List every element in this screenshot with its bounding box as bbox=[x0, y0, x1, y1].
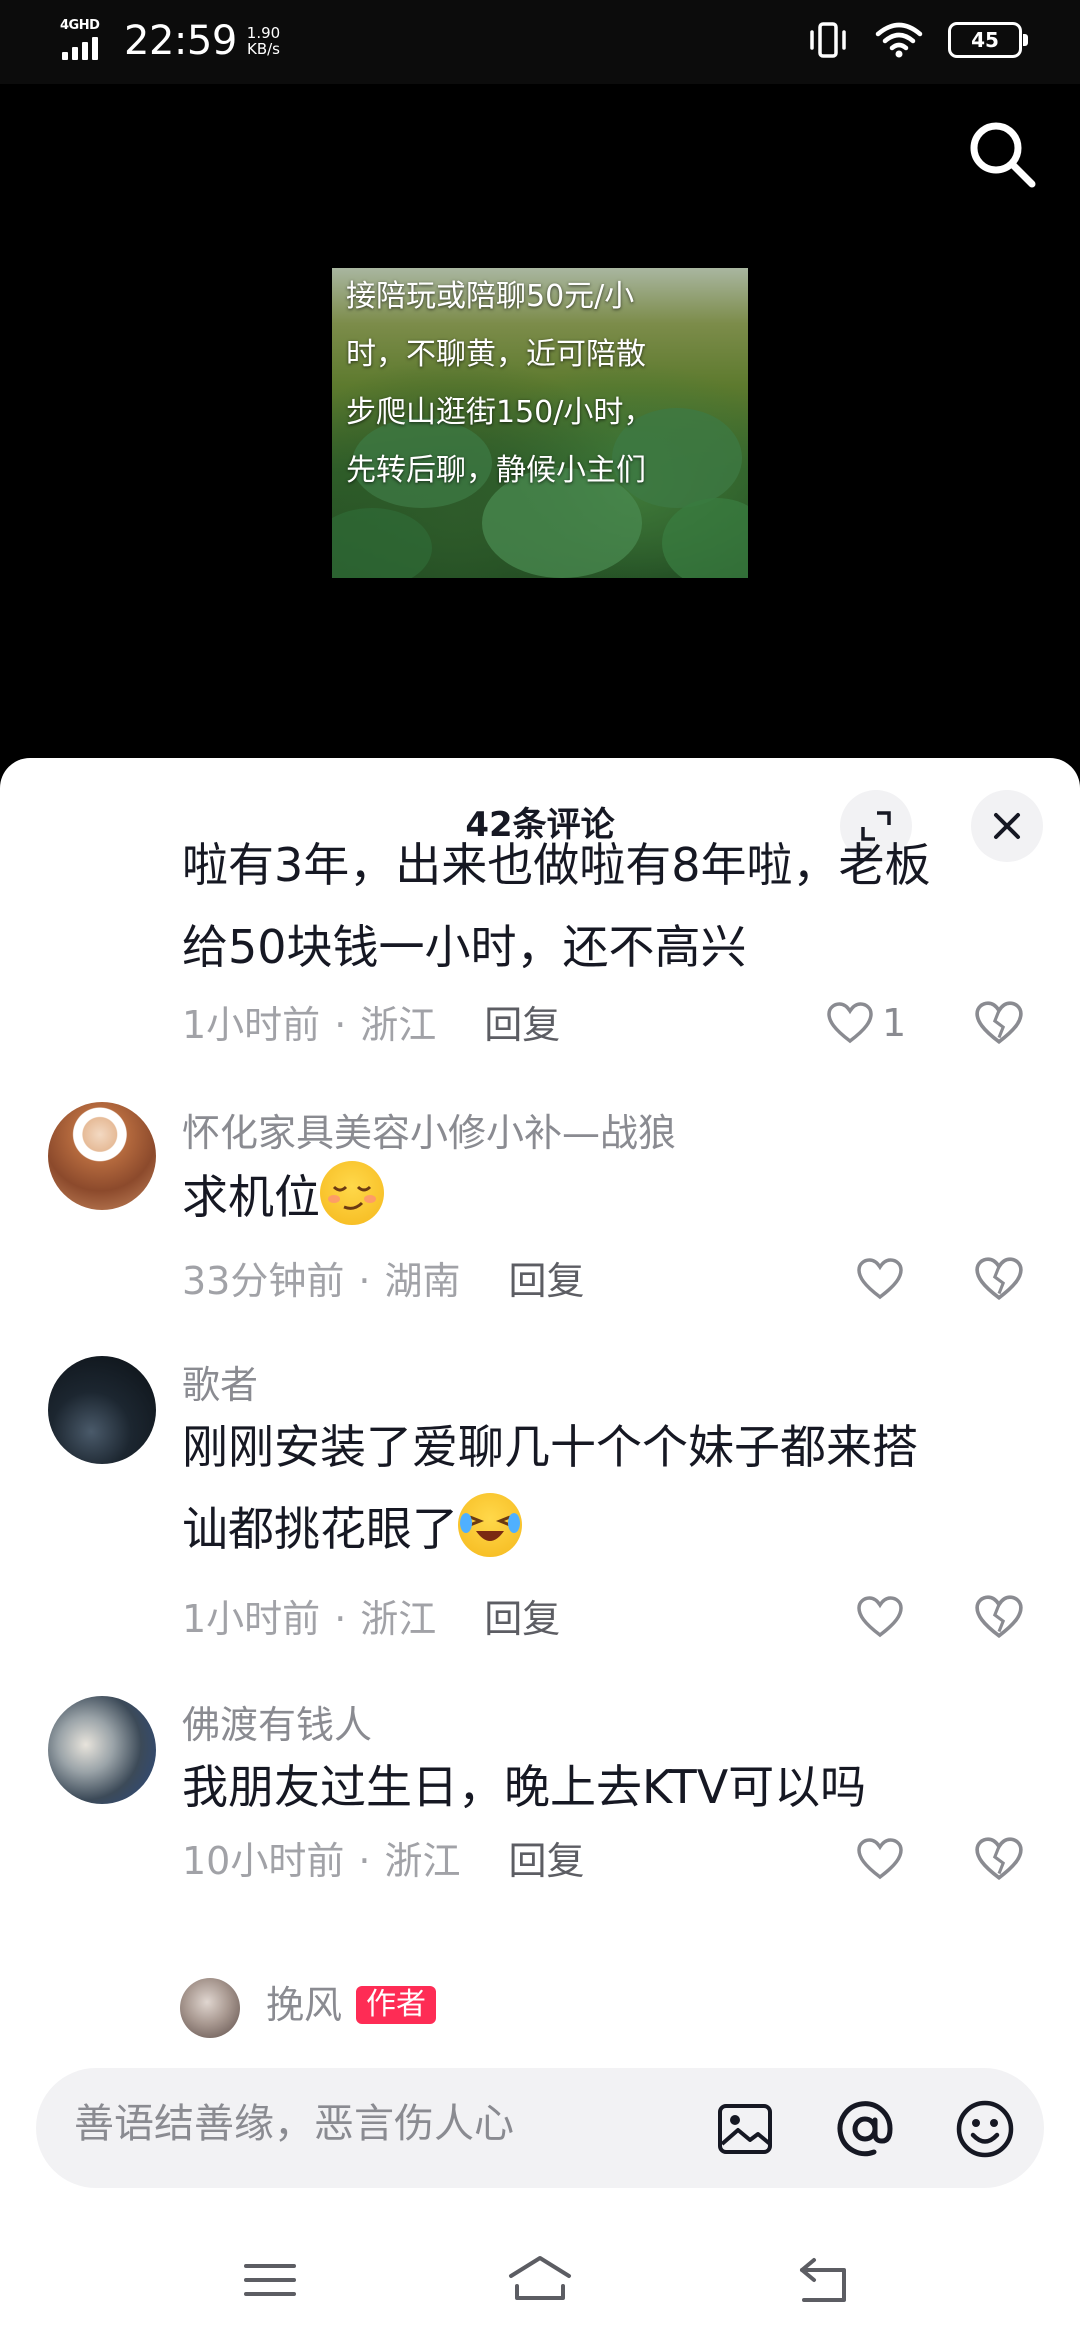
like-button[interactable] bbox=[856, 1592, 904, 1642]
author-badge: 作者 bbox=[356, 1986, 437, 2024]
status-left: 4GHD 22:59 1.90 KB/s bbox=[60, 18, 280, 64]
network-type: 4GHD bbox=[60, 18, 100, 33]
comment-meta: 33分钟前 · 湖南 回复 bbox=[182, 1262, 584, 1300]
comments-panel: 42条评论 啦有3年，出来也做啦有8年啦，老板 给50块钱一小时，还不高兴 1小… bbox=[0, 758, 1080, 2340]
comment-time: 1小时前 bbox=[182, 1003, 321, 1047]
avatar[interactable] bbox=[48, 1696, 156, 1804]
dislike-icon[interactable] bbox=[974, 1254, 1024, 1304]
comment-text: 刚刚安装了爱聊几十个个妹子都来搭 讪都挑花眼了 bbox=[182, 1406, 1032, 1570]
menu-icon[interactable] bbox=[240, 2250, 300, 2310]
laughing-crying-emoji bbox=[458, 1493, 522, 1557]
laughing-crying-emoji-face bbox=[460, 1513, 520, 1541]
comments-list: 啦有3年，出来也做啦有8年啦，老板 给50块钱一小时，还不高兴 1小时前 · 浙江回… bbox=[0, 838, 1080, 2088]
comment-username[interactable]: 怀化家具美容小修小补—战狼 bbox=[182, 1114, 676, 1152]
meta-separator: · bbox=[358, 1259, 371, 1303]
avatar[interactable] bbox=[180, 1978, 240, 2038]
like-button[interactable] bbox=[856, 1834, 904, 1884]
emoji-icon[interactable] bbox=[954, 2098, 1016, 2160]
avatar[interactable] bbox=[48, 1356, 156, 1464]
comment-text-line: 给50块钱一小时，还不高兴 bbox=[182, 920, 747, 974]
comment-input-placeholder: 善语结善缘，恶言伤人心 bbox=[74, 2101, 514, 2147]
comment-username[interactable]: 挽风 bbox=[266, 1983, 342, 2027]
home-icon[interactable] bbox=[505, 2250, 575, 2310]
video-thumbnail[interactable]: 接陪玩或陪聊50元/小 时，不聊黄，近可陪散 步爬山逛街150/小时， 先转后聊… bbox=[332, 268, 748, 578]
comment-time: 10小时前 bbox=[182, 1839, 345, 1883]
comment-text-line: 啦有3年，出来也做啦有8年啦，老板 bbox=[182, 838, 931, 892]
comment-text-line: 讪都挑花眼了 bbox=[182, 1502, 458, 1556]
comment-location: 浙江 bbox=[360, 1003, 437, 1047]
comment-username-wrap: 挽风 作者 bbox=[266, 1983, 437, 2027]
speed-unit: KB/s bbox=[246, 40, 280, 58]
signal-bars bbox=[62, 37, 98, 60]
heart-icon bbox=[857, 1838, 903, 1880]
comment-location: 湖南 bbox=[384, 1259, 461, 1303]
network-speed: 1.90 KB/s bbox=[247, 25, 280, 57]
overlay-line: 步爬山逛街150/小时， bbox=[346, 395, 654, 430]
comment-text: 我朋友过生日，晚上去KTV可以吗 bbox=[182, 1760, 867, 1814]
battery-level: 45 bbox=[971, 28, 999, 52]
reply-button[interactable]: 回复 bbox=[508, 1839, 584, 1883]
image-icon[interactable] bbox=[714, 2098, 776, 2160]
meta-separator: · bbox=[334, 1003, 347, 1047]
meta-separator: · bbox=[334, 1597, 347, 1641]
at-icon[interactable] bbox=[834, 2098, 896, 2160]
speed-value: 1.90 bbox=[246, 24, 281, 42]
like-count: 1 bbox=[882, 1001, 907, 1045]
comment-text: 啦有3年，出来也做啦有8年啦，老板 给50块钱一小时，还不高兴 bbox=[182, 824, 1032, 988]
overlay-line: 先转后聊，静候小主们 bbox=[346, 453, 646, 488]
back-icon[interactable] bbox=[794, 2250, 854, 2310]
comment-text-line-wrap: 讪都挑花眼了 bbox=[182, 1488, 1032, 1570]
status-bar: 4GHD 22:59 1.90 KB/s 45 bbox=[0, 0, 1080, 84]
heart-icon bbox=[827, 1002, 873, 1044]
reply-button[interactable]: 回复 bbox=[484, 1003, 560, 1047]
system-nav-bar bbox=[0, 2210, 1080, 2340]
video-player[interactable]: 接陪玩或陪聊50元/小 时，不聊黄，近可陪散 步爬山逛街150/小时， 先转后聊… bbox=[0, 84, 1080, 774]
vibrate-icon bbox=[810, 22, 846, 58]
comment-text: 求机位 bbox=[182, 1156, 1032, 1238]
dislike-icon[interactable] bbox=[974, 1592, 1024, 1642]
like-button[interactable]: 1 bbox=[826, 998, 906, 1048]
reply-button[interactable]: 回复 bbox=[484, 1597, 560, 1641]
like-button[interactable] bbox=[856, 1254, 904, 1304]
smirk-emoji-face bbox=[328, 1185, 376, 1210]
dislike-icon[interactable] bbox=[974, 1834, 1024, 1884]
comment-meta: 1小时前 · 浙江 回复 bbox=[182, 1600, 560, 1638]
comment-location: 浙江 bbox=[360, 1597, 437, 1641]
comment-location: 浙江 bbox=[384, 1839, 461, 1883]
status-right: 45 bbox=[806, 20, 1028, 60]
dislike-icon[interactable] bbox=[974, 998, 1024, 1048]
comment-username[interactable]: 歌者 bbox=[182, 1366, 258, 1404]
video-caption-overlay: 接陪玩或陪聊50元/小 时，不聊黄，近可陪散 步爬山逛街150/小时， 先转后聊… bbox=[346, 268, 738, 500]
comment-input[interactable]: 善语结善缘，恶言伤人心 bbox=[36, 2068, 1044, 2188]
avatar[interactable] bbox=[48, 1102, 156, 1210]
smirk-emoji bbox=[320, 1161, 384, 1225]
reply-button[interactable]: 回复 bbox=[508, 1259, 584, 1303]
comment-meta: 1小时前 · 浙江 回复 bbox=[182, 1006, 560, 1044]
comment-time: 1小时前 bbox=[182, 1597, 321, 1641]
overlay-line: 时，不聊黄，近可陪散 bbox=[346, 337, 646, 372]
comment-username[interactable]: 佛渡有钱人 bbox=[182, 1706, 372, 1744]
wifi-icon bbox=[875, 22, 923, 58]
heart-icon bbox=[857, 1596, 903, 1638]
comment-meta: 10小时前 · 浙江 回复 bbox=[182, 1842, 584, 1880]
meta-separator: · bbox=[358, 1839, 371, 1883]
heart-icon bbox=[857, 1258, 903, 1300]
comment-time: 33分钟前 bbox=[182, 1259, 345, 1303]
battery-icon: 45 bbox=[948, 22, 1028, 58]
comment-text-content: 求机位 bbox=[182, 1170, 320, 1224]
clock: 22:59 bbox=[124, 18, 237, 64]
search-icon[interactable] bbox=[962, 114, 1042, 194]
overlay-line: 接陪玩或陪聊50元/小 bbox=[346, 279, 635, 314]
comment-text-line: 刚刚安装了爱聊几十个个妹子都来搭 bbox=[182, 1420, 918, 1474]
signal-icon: 4GHD bbox=[60, 18, 110, 64]
